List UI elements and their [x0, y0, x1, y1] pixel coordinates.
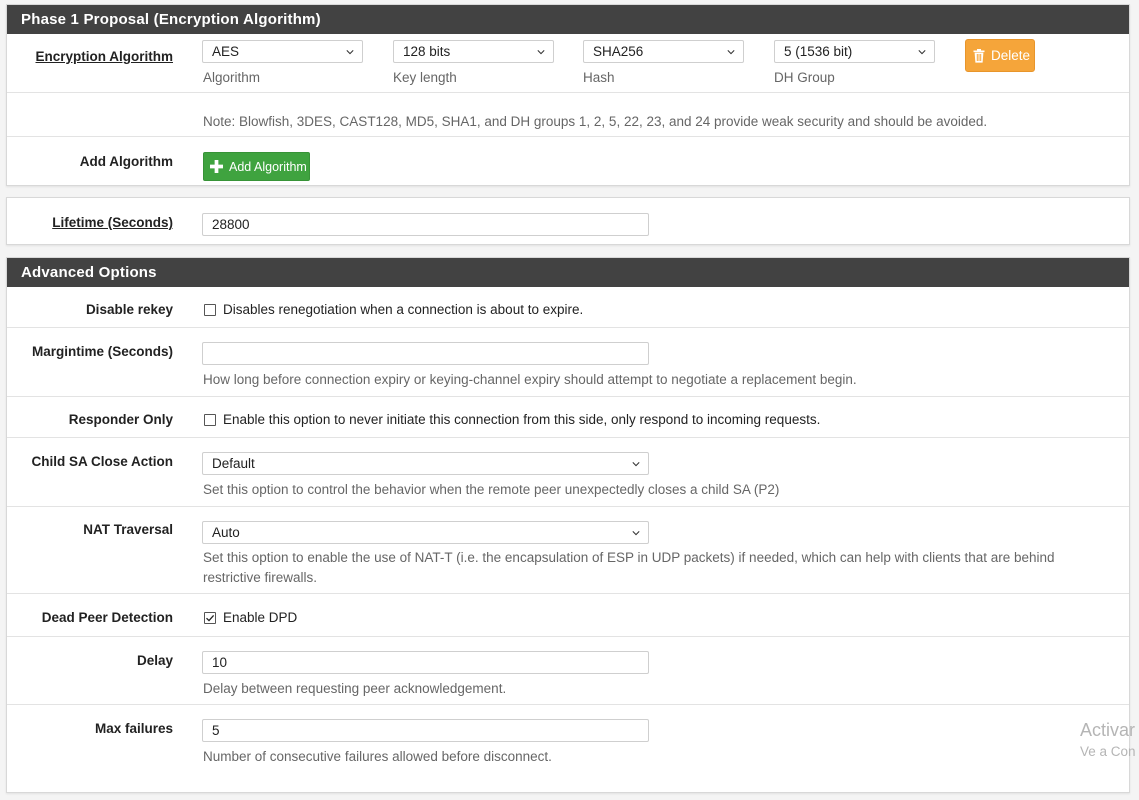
key-length-select[interactable]: 128 bits — [393, 40, 554, 63]
nat-traversal-hint-line2: restrictive firewalls. — [203, 570, 318, 585]
algorithm-select[interactable]: AES — [202, 40, 363, 63]
child-sa-close-action-hint: Set this option to control the behavior … — [203, 482, 780, 497]
advanced-options-heading: Advanced Options — [7, 258, 1129, 287]
chevron-down-icon — [918, 50, 926, 55]
chevron-down-icon — [537, 50, 545, 55]
nat-traversal-hint-line1: Set this option to enable the use of NAT… — [203, 550, 1055, 565]
weak-security-note: Note: Blowfish, 3DES, CAST128, MD5, SHA1… — [203, 114, 988, 129]
phase1-heading: Phase 1 Proposal (Encryption Algorithm) — [7, 5, 1129, 34]
checkmark-icon — [206, 614, 215, 622]
advanced-options-panel: Advanced Options Disable rekey Disables … — [6, 257, 1130, 793]
child-sa-close-action-label: Child SA Close Action — [31, 454, 173, 469]
delay-hint: Delay between requesting peer acknowledg… — [203, 681, 507, 696]
lifetime-panel: Lifetime (Seconds) 28800 — [6, 197, 1130, 245]
delay-label: Delay — [136, 653, 173, 668]
dh-group-caption: DH Group — [774, 70, 835, 85]
nat-traversal-row: NAT Traversal Auto Set this option to en… — [7, 507, 1129, 594]
margintime-input[interactable] — [202, 342, 649, 365]
add-algorithm-row: Add Algorithm Add Algorithm — [7, 137, 1129, 185]
margintime-label: Margintime (Seconds) — [31, 344, 173, 359]
disable-rekey-checkbox[interactable] — [204, 304, 216, 316]
hash-select[interactable]: SHA256 — [583, 40, 744, 63]
encryption-algorithm-label: Encryption Algorithm — [35, 49, 174, 64]
dead-peer-detection-label: Dead Peer Detection — [41, 610, 173, 625]
algorithm-caption: Algorithm — [203, 70, 261, 85]
delay-row: Delay 10 Delay between requesting peer a… — [7, 637, 1129, 705]
windows-activation-watermark: Activar Ve a Con — [1080, 720, 1136, 759]
lifetime-label: Lifetime (Seconds) — [52, 215, 173, 230]
max-failures-row: Max failures 5 Number of consecutive fai… — [7, 705, 1129, 774]
delay-value: 10 — [212, 655, 228, 670]
child-sa-close-action-select[interactable]: Default — [202, 452, 649, 475]
lifetime-value: 28800 — [212, 217, 250, 232]
weak-security-note-row: Note: Blowfish, 3DES, CAST128, MD5, SHA1… — [7, 93, 1129, 137]
dead-peer-detection-row: Dead Peer Detection Enable DPD — [7, 594, 1129, 637]
chevron-down-icon — [632, 462, 640, 467]
algorithm-value: AES — [212, 44, 240, 59]
nat-traversal-label: NAT Traversal — [83, 522, 173, 537]
margintime-row: Margintime (Seconds) How long before con… — [7, 328, 1129, 397]
child-sa-close-action-row: Child SA Close Action Default Set this o… — [7, 438, 1129, 507]
key-length-caption: Key length — [393, 70, 457, 85]
add-algorithm-button[interactable]: Add Algorithm — [203, 152, 310, 181]
chevron-down-icon — [727, 50, 735, 55]
dpd-checkbox[interactable] — [204, 612, 216, 624]
add-algorithm-button-label: Add Algorithm — [229, 160, 307, 174]
key-length-value: 128 bits — [403, 44, 451, 59]
add-algorithm-label: Add Algorithm — [79, 154, 173, 169]
margintime-hint: How long before connection expiry or key… — [203, 372, 857, 387]
chevron-down-icon — [346, 50, 354, 55]
phase1-panel: Phase 1 Proposal (Encryption Algorithm) … — [6, 4, 1130, 186]
child-sa-close-action-value: Default — [212, 456, 255, 471]
responder-only-checkbox[interactable] — [204, 414, 216, 426]
disable-rekey-label: Disable rekey — [85, 302, 173, 317]
disable-rekey-row: Disable rekey Disables renegotiation whe… — [7, 287, 1129, 328]
max-failures-label: Max failures — [94, 721, 173, 736]
responder-only-text: Enable this option to never initiate thi… — [223, 412, 821, 427]
max-failures-value: 5 — [212, 723, 220, 738]
delay-input[interactable]: 10 — [202, 651, 649, 674]
hash-value: SHA256 — [593, 44, 644, 59]
lifetime-row: Lifetime (Seconds) 28800 — [7, 198, 1129, 244]
watermark-line2: Ve a Con — [1080, 744, 1136, 759]
lifetime-input[interactable]: 28800 — [202, 213, 649, 236]
max-failures-input[interactable]: 5 — [202, 719, 649, 742]
max-failures-hint: Number of consecutive failures allowed b… — [203, 749, 552, 764]
watermark-line1: Activar — [1080, 720, 1136, 740]
delete-button-label: Delete — [991, 48, 1031, 63]
nat-traversal-value: Auto — [212, 525, 240, 540]
dh-group-value: 5 (1536 bit) — [784, 44, 853, 59]
dh-group-select[interactable]: 5 (1536 bit) — [774, 40, 935, 63]
responder-only-label: Responder Only — [68, 412, 173, 427]
trash-icon — [973, 49, 985, 63]
plus-icon — [210, 160, 223, 173]
responder-only-row: Responder Only Enable this option to nev… — [7, 397, 1129, 438]
delete-button[interactable]: Delete — [965, 39, 1035, 72]
hash-caption: Hash — [583, 70, 615, 85]
disable-rekey-text: Disables renegotiation when a connection… — [223, 302, 584, 317]
chevron-down-icon — [632, 531, 640, 536]
nat-traversal-select[interactable]: Auto — [202, 521, 649, 544]
encryption-algorithm-row: Encryption Algorithm AES Algorithm 128 b… — [7, 34, 1129, 93]
dpd-text: Enable DPD — [223, 610, 298, 625]
